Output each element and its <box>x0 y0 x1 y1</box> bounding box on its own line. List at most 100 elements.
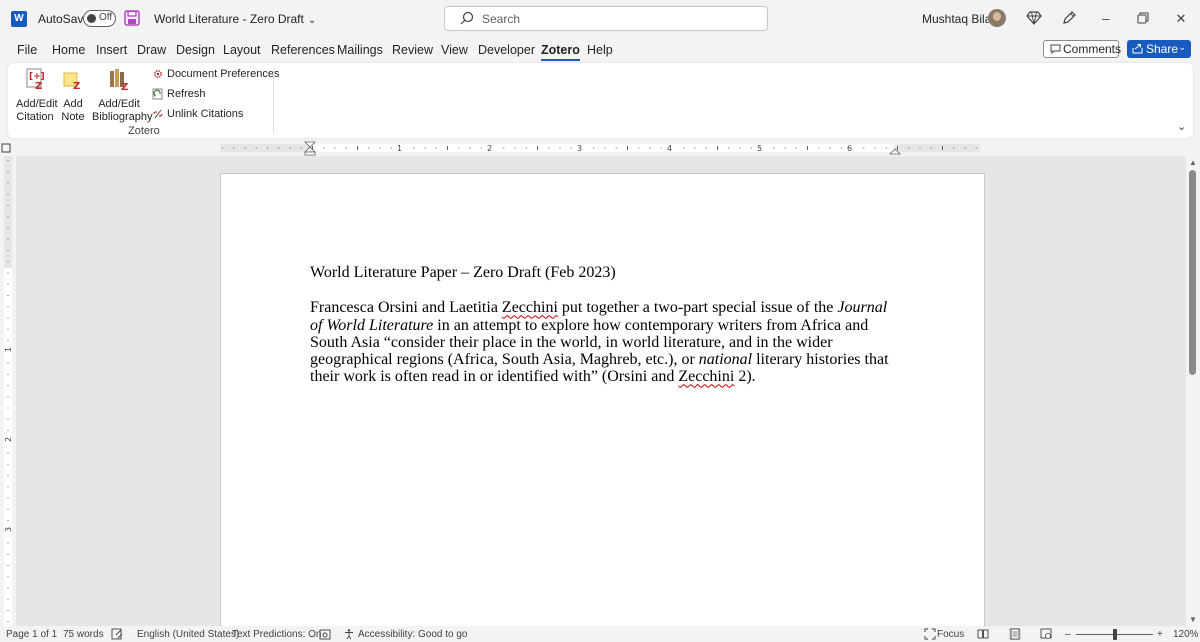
comments-label: Comments <box>1063 42 1122 56</box>
tab-review[interactable]: Review <box>392 43 433 57</box>
vertical-scrollbar[interactable]: ▲ ▼ <box>1186 156 1200 626</box>
zoom-level[interactable]: 120% <box>1173 629 1199 640</box>
paragraph-text: 2). <box>734 368 756 386</box>
vruler-label-2: 2 <box>4 437 13 442</box>
focus-label[interactable]: Focus <box>937 629 964 640</box>
scrollbar-thumb[interactable] <box>1189 170 1196 375</box>
share-button[interactable]: Share ⌄ <box>1127 40 1191 58</box>
web-layout-icon[interactable] <box>1040 628 1052 640</box>
zoom-slider-thumb[interactable] <box>1113 629 1117 640</box>
tab-draw[interactable]: Draw <box>137 43 166 57</box>
add-edit-citation-line2: Citation <box>16 111 54 123</box>
tab-design[interactable]: Design <box>176 43 215 57</box>
word-icon: W <box>11 11 27 27</box>
chevron-down-icon: ⌄ <box>1178 42 1186 52</box>
avatar-face <box>993 12 1001 21</box>
tab-selector-icon <box>1 143 11 153</box>
tab-home[interactable]: Home <box>52 43 85 57</box>
add-note-line1: Add <box>63 98 83 110</box>
vertical-ruler[interactable]: 1 2 3 <box>0 156 16 626</box>
document-title-text: World Literature - Zero Draft <box>154 12 304 26</box>
horizontal-ruler[interactable]: 1 2 3 4 5 6 <box>0 140 1200 156</box>
document-canvas[interactable]: World Literature Paper – Zero Draft (Feb… <box>16 156 1186 626</box>
accessibility-status[interactable]: Accessibility: Good to go <box>358 629 468 640</box>
tab-help[interactable]: Help <box>587 43 613 57</box>
add-note-line2: Note <box>61 111 85 123</box>
tab-developer[interactable]: Developer <box>478 43 535 57</box>
focus-icon[interactable] <box>924 628 936 640</box>
left-indent-marker <box>304 151 316 156</box>
paragraph-text: Francesca Orsini and Laetitia <box>310 299 502 317</box>
user-name[interactable]: Mushtaq Bilal <box>922 12 994 26</box>
svg-text:Z: Z <box>121 82 128 91</box>
add-edit-citation-button[interactable]: [+] Z Add/Edit Citation <box>16 67 58 124</box>
unlink-citations-button[interactable]: Unlink Citations <box>152 108 244 122</box>
search-box[interactable]: Search <box>444 6 768 31</box>
ribbon: [+] Z Add/Edit Citation Z Add Note Z Add… <box>8 63 1193 138</box>
comment-icon <box>1050 44 1061 54</box>
add-edit-citation-line1: Add/Edit <box>16 98 58 110</box>
toggle-knob <box>87 14 96 23</box>
document-title[interactable]: World Literature - Zero Draft ⌄ <box>154 12 316 26</box>
print-layout-icon[interactable] <box>1009 628 1021 640</box>
macro-icon[interactable] <box>319 628 331 640</box>
zotero-bibliography-icon: Z <box>110 69 128 93</box>
unlink-icon <box>153 109 163 119</box>
refresh-icon <box>152 88 163 100</box>
add-note-button[interactable]: Z Add Note <box>60 67 86 124</box>
language[interactable]: English (United States) <box>137 629 239 640</box>
italic-word: national <box>698 351 753 369</box>
autosave-toggle[interactable]: Off <box>83 10 116 27</box>
add-edit-bibliography-button[interactable]: Z Add/Edit Bibliography <box>92 67 153 124</box>
search-placeholder: Search <box>482 12 521 26</box>
tab-insert[interactable]: Insert <box>96 43 127 57</box>
document-preferences-button[interactable]: Document Preferences <box>152 68 280 82</box>
tab-view[interactable]: View <box>441 43 468 57</box>
zoom-out-button[interactable]: – <box>1065 629 1071 640</box>
tab-layout[interactable]: Layout <box>223 43 261 57</box>
read-mode-icon[interactable] <box>977 628 989 640</box>
title-bar: W AutoSave Off World Literature - Zero D… <box>0 0 1200 38</box>
ribbon-group-label: Zotero <box>128 125 160 137</box>
unlink-citations-label: Unlink Citations <box>167 108 244 120</box>
word-count[interactable]: 75 words <box>63 629 104 640</box>
vruler-label-3: 3 <box>4 527 13 532</box>
spelling-error-word[interactable]: Zecchini <box>502 299 558 316</box>
scroll-up-icon[interactable]: ▲ <box>1189 158 1197 167</box>
tab-zotero[interactable]: Zotero <box>541 43 580 61</box>
tab-references[interactable]: References <box>271 43 335 57</box>
share-icon <box>1132 44 1143 54</box>
chevron-down-icon[interactable]: ⌄ <box>1177 120 1186 133</box>
diamond-icon[interactable] <box>1026 10 1042 26</box>
document-page[interactable]: World Literature Paper – Zero Draft (Feb… <box>220 173 985 626</box>
document-paragraph[interactable]: Francesca Orsini and Laetitia Zecchini p… <box>310 299 900 385</box>
zoom-in-button[interactable]: + <box>1157 629 1163 640</box>
close-icon[interactable]: ✕ <box>1171 9 1191 29</box>
autosave-state: Off <box>99 12 113 23</box>
comments-button[interactable]: Comments <box>1043 40 1122 58</box>
avatar[interactable] <box>988 9 1006 27</box>
document-preferences-label: Document Preferences <box>167 68 280 80</box>
tab-file[interactable]: File <box>17 43 37 57</box>
pen-icon[interactable] <box>1061 10 1077 26</box>
scroll-down-icon[interactable]: ▼ <box>1189 615 1197 624</box>
text-predictions[interactable]: Text Predictions: On <box>232 629 321 640</box>
refresh-label: Refresh <box>167 88 206 100</box>
svg-text:Z: Z <box>73 81 80 91</box>
document-body[interactable]: World Literature Paper – Zero Draft (Feb… <box>310 264 900 386</box>
zotero-citation-icon: [+] Z <box>26 68 45 92</box>
add-edit-bibliography-line1: Add/Edit <box>98 98 140 110</box>
refresh-button[interactable]: Refresh <box>152 88 212 102</box>
spelling-error-word[interactable]: Zecchini <box>678 368 734 385</box>
minimize-icon[interactable]: – <box>1096 9 1116 29</box>
page-count[interactable]: Page 1 of 1 <box>6 629 57 640</box>
ruler-label-3: 3 <box>577 144 582 153</box>
accessibility-icon[interactable] <box>344 628 356 640</box>
document-heading[interactable]: World Literature Paper – Zero Draft (Feb… <box>310 264 900 281</box>
proofing-icon[interactable] <box>111 628 123 640</box>
status-bar: Page 1 of 1 75 words English (United Sta… <box>0 626 1200 642</box>
save-icon[interactable] <box>124 10 140 26</box>
restore-icon[interactable] <box>1137 12 1149 24</box>
ruler-label-1: 1 <box>397 144 402 153</box>
tab-mailings[interactable]: Mailings <box>337 43 383 57</box>
